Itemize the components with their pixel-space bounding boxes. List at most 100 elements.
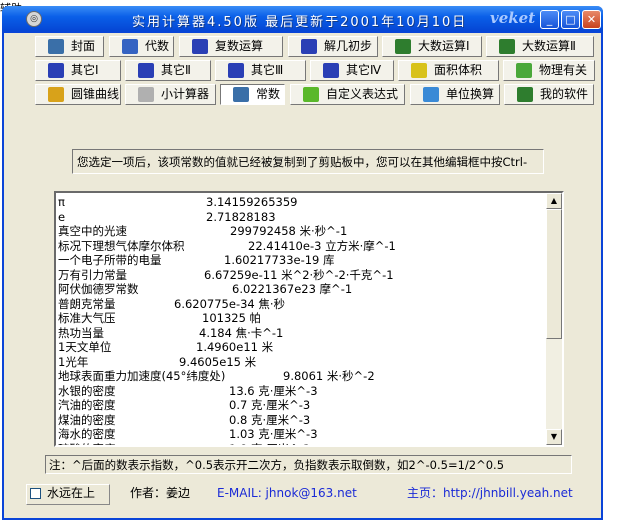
toolbar-button[interactable]: 复数运算 bbox=[179, 36, 283, 57]
toolbar-button[interactable]: 面积体积 bbox=[398, 60, 499, 81]
constant-name: e bbox=[58, 209, 66, 224]
scroll-up-button[interactable]: ▲ bbox=[546, 193, 562, 209]
toolbar-button[interactable]: 其它Ⅲ bbox=[215, 60, 306, 81]
constant-row[interactable]: 万有引力常量 6.67259e-11 米^2·秒^-2·千克^-1 bbox=[56, 268, 548, 283]
clipboard-notice: 您选定一项后，该项常数的值就已经被复制到了剪贴板中，您可以在其他编辑框中按Ctr… bbox=[72, 149, 544, 174]
constant-row[interactable]: 一个电子所带的电量 1.60217733e-19 库 bbox=[56, 253, 548, 268]
homepage-link[interactable]: 主页：http://jhnbill.yeah.net bbox=[407, 482, 573, 504]
constant-row[interactable]: e 2.71828183 bbox=[56, 210, 548, 225]
toolbar-button-label: 代数 bbox=[145, 39, 170, 53]
constant-value: 13.6 克·厘米^-3 bbox=[229, 383, 318, 398]
constant-value: 9.4605e15 米 bbox=[179, 354, 257, 369]
constant-value: 6.0221367e23 摩^-1 bbox=[232, 282, 353, 296]
constant-row[interactable]: 1光年 9.4605e15 米 bbox=[56, 355, 548, 370]
constant-row[interactable]: π 3.14159265359 bbox=[56, 195, 548, 210]
toolbar-button[interactable]: 常数 bbox=[220, 84, 285, 105]
geometry-axes-icon bbox=[301, 39, 317, 54]
constant-row[interactable]: 真空中的光速 299792458 米·秒^-1 bbox=[56, 224, 548, 239]
constant-name: 标准大气压 bbox=[58, 311, 116, 325]
toolbar-button-label: 其它Ⅳ bbox=[346, 63, 382, 77]
close-button[interactable]: ✕ bbox=[582, 10, 601, 29]
constant-row[interactable]: 硫酸的密度 1.8 克·厘米^-3 bbox=[56, 442, 548, 446]
constant-name: π bbox=[58, 195, 65, 209]
toolbar-button-label: 圆锥曲线 bbox=[71, 87, 120, 101]
help-icon bbox=[517, 87, 533, 102]
constants-listbox[interactable]: π 3.14159265359 e 2.71828183 真空中的光速 299792458… bbox=[54, 191, 564, 447]
toolbar-button[interactable]: 解几初步 bbox=[288, 36, 378, 57]
constant-row[interactable]: 水银的密度 13.6 克·厘米^-3 bbox=[56, 384, 548, 399]
maximize-button[interactable]: □ bbox=[561, 10, 580, 29]
toolbar-button[interactable]: 封面 bbox=[35, 36, 104, 57]
toolbar-button[interactable]: 大数运算Ⅱ bbox=[486, 36, 594, 57]
toolbar-button[interactable]: 其它Ⅳ bbox=[310, 60, 394, 81]
constant-row[interactable]: 热功当量 4.184 焦·卡^-1 bbox=[56, 326, 548, 341]
toolbar-button-label: 面积体积 bbox=[434, 63, 483, 77]
scroll-down-button[interactable]: ▼ bbox=[546, 429, 562, 445]
constant-value: 6.67259e-11 米^2·秒^-2·千克^-1 bbox=[204, 267, 394, 282]
constant-value: 9.8061 米·秒^-2 bbox=[283, 369, 375, 383]
constant-name: 水银的密度 bbox=[58, 383, 116, 398]
toolbar-button[interactable]: 我的软件 bbox=[504, 84, 594, 105]
exponent-note: 注：^后面的数表示指数，^0.5表示开二次方，负指数表示取倒数，如2^-0.5=… bbox=[45, 455, 572, 474]
toolbar-button-label: 封面 bbox=[71, 39, 96, 53]
constant-row[interactable]: 海水的密度 1.03 克·厘米^-3 bbox=[56, 427, 548, 442]
constant-name: 煤油的密度 bbox=[58, 412, 116, 427]
constant-value: 3.14159265359 bbox=[206, 195, 298, 209]
stay-on-top-label[interactable]: 水远在上 bbox=[47, 482, 95, 504]
toolbar-button[interactable]: 圆锥曲线 bbox=[35, 84, 121, 105]
toolbar-button-label: 其它Ⅱ bbox=[161, 63, 191, 77]
bignum-icon bbox=[395, 39, 411, 54]
calculator-icon bbox=[138, 87, 154, 102]
constant-row[interactable]: 普朗克常量 6.620775e-34 焦·秒 bbox=[56, 297, 548, 312]
misc-icon bbox=[138, 63, 154, 78]
constant-value: 0.7 克·厘米^-3 bbox=[229, 398, 311, 412]
toolbar-button-label: 大数运算Ⅰ bbox=[418, 39, 470, 53]
toolbar-button-label: 复数运算 bbox=[215, 39, 264, 53]
bignum-icon bbox=[499, 39, 515, 54]
constant-row[interactable]: 标准大气压 101325 帕 bbox=[56, 311, 548, 326]
toolbar-button[interactable]: 单位换算 bbox=[410, 84, 500, 105]
toolbar-button-label: 自定义表达式 bbox=[326, 87, 399, 101]
constant-value: 101325 帕 bbox=[202, 311, 262, 325]
stay-on-top-checkbox[interactable] bbox=[30, 488, 41, 499]
constant-name: 标况下理想气体摩尔体积 bbox=[58, 238, 185, 253]
toolbar-button-label: 物理有关 bbox=[539, 63, 588, 77]
complex-icon bbox=[192, 39, 208, 54]
toolbar-button[interactable]: 小计算器 bbox=[125, 84, 216, 105]
constant-name: 阿伏伽德罗常数 bbox=[58, 282, 139, 296]
toolbar-button-label: 其它Ⅲ bbox=[251, 63, 284, 77]
toolbar-button[interactable]: 大数运算Ⅰ bbox=[382, 36, 482, 57]
vertical-scrollbar[interactable]: ▲ ▼ bbox=[546, 193, 562, 445]
constant-value: 299792458 米·秒^-1 bbox=[230, 224, 348, 238]
toolbar-button-label: 常数 bbox=[256, 87, 281, 101]
constant-value: 0.8 克·厘米^-3 bbox=[229, 412, 311, 427]
triangle-icon bbox=[411, 63, 427, 78]
toolbar-button-label: 单位换算 bbox=[446, 87, 495, 101]
toolbar-button[interactable]: 物理有关 bbox=[503, 60, 595, 81]
toolbar-button-label: 解几初步 bbox=[324, 39, 373, 53]
minimize-button[interactable]: _ bbox=[540, 10, 559, 29]
constant-name: 1光年 bbox=[58, 354, 89, 369]
toolbar-button[interactable]: 其它Ⅱ bbox=[125, 60, 211, 81]
toolbar-button[interactable]: 其它Ⅰ bbox=[35, 60, 121, 81]
constant-name: 海水的密度 bbox=[58, 427, 116, 441]
email-link[interactable]: E-MAIL: jhnok@163.net bbox=[217, 482, 357, 504]
constant-name: 汽油的密度 bbox=[58, 398, 116, 412]
window-title: 实用计算器4.50版 最后更新于2001年10月10日 bbox=[132, 15, 468, 30]
scroll-thumb[interactable] bbox=[546, 209, 562, 339]
function-icon bbox=[303, 87, 319, 102]
title-bar[interactable]: ◎ 实用计算器4.50版 最后更新于2001年10月10日 veket _ □ … bbox=[2, 6, 603, 33]
toolbar-button-label: 我的软件 bbox=[540, 87, 589, 101]
constant-row[interactable]: 1天文单位 1.4960e11 米 bbox=[56, 340, 548, 355]
constant-name: 热功当量 bbox=[58, 325, 104, 340]
constant-value: 1.8 克·厘米^-3 bbox=[229, 442, 310, 446]
constant-row[interactable]: 地球表面重力加速度(45°纬度处) 9.8061 米·秒^-2 bbox=[56, 369, 548, 384]
algebra-icon bbox=[122, 39, 138, 54]
constant-row[interactable]: 汽油的密度 0.7 克·厘米^-3 bbox=[56, 398, 548, 413]
app-icon[interactable]: ◎ bbox=[26, 11, 42, 27]
toolbar-button[interactable]: 自定义表达式 bbox=[290, 84, 405, 105]
constant-row[interactable]: 标况下理想气体摩尔体积 22.41410e-3 立方米·摩^-1 bbox=[56, 239, 548, 254]
constant-row[interactable]: 阿伏伽德罗常数 6.0221367e23 摩^-1 bbox=[56, 282, 548, 297]
constant-row[interactable]: 煤油的密度 0.8 克·厘米^-3 bbox=[56, 413, 548, 428]
toolbar-button[interactable]: 代数 bbox=[109, 36, 174, 57]
